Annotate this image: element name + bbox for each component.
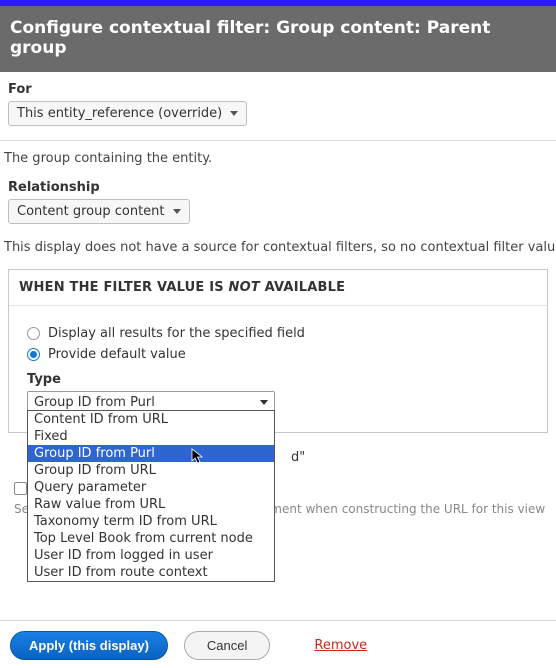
type-label: Type xyxy=(27,372,529,387)
fieldset-legend: WHEN THE FILTER VALUE IS NOT AVAILABLE xyxy=(9,270,547,306)
type-option[interactable]: Taxonomy term ID from URL xyxy=(28,513,274,530)
dialog-footer: Apply (this display) Cancel Remove xyxy=(0,620,556,660)
fieldset-body: Display all results for the specified fi… xyxy=(9,306,547,432)
dialog-title: Configure contextual filter: Group conte… xyxy=(10,18,490,58)
type-dropdown[interactable]: Content ID from URL Fixed Group ID from … xyxy=(27,410,275,582)
type-option[interactable]: Group ID from URL xyxy=(28,462,274,479)
remove-link[interactable]: Remove xyxy=(314,638,367,653)
filter-not-available-fieldset: WHEN THE FILTER VALUE IS NOT AVAILABLE D… xyxy=(8,269,548,433)
legend-pre: WHEN THE FILTER VALUE IS xyxy=(19,280,229,295)
checkbox-icon xyxy=(14,482,27,495)
radio-provide-default-label: Provide default value xyxy=(48,347,186,362)
for-select-value: This entity_reference (override) xyxy=(17,106,222,121)
entity-description: The group containing the entity. xyxy=(0,141,556,166)
for-label: For xyxy=(8,82,548,97)
apply-button[interactable]: Apply (this display) xyxy=(10,631,168,660)
relationship-section: Relationship Content group content xyxy=(0,166,556,224)
legend-post: AVAILABLE xyxy=(260,280,345,295)
type-option[interactable]: User ID from route context xyxy=(28,564,274,581)
radio-icon-checked xyxy=(27,348,40,361)
cursor-icon xyxy=(191,448,205,466)
type-option[interactable]: Fixed xyxy=(28,428,274,445)
cancel-button[interactable]: Cancel xyxy=(184,631,270,660)
for-section: For This entity_reference (override) xyxy=(0,72,556,126)
type-option[interactable]: Content ID from URL xyxy=(28,411,274,428)
chevron-down-icon xyxy=(230,111,238,116)
dialog-header: Configure contextual filter: Group conte… xyxy=(0,6,556,72)
radio-display-all-label: Display all results for the specified fi… xyxy=(48,326,305,341)
type-select-value: Group ID from Purl xyxy=(34,395,155,410)
chevron-down-icon xyxy=(260,400,268,405)
relationship-label: Relationship xyxy=(8,180,548,195)
type-option[interactable]: Raw value from URL xyxy=(28,496,274,513)
type-option[interactable]: User ID from logged in user xyxy=(28,547,274,564)
radio-icon xyxy=(27,327,40,340)
type-option-highlighted[interactable]: Group ID from Purl xyxy=(28,445,274,462)
for-select[interactable]: This entity_reference (override) xyxy=(8,101,247,126)
type-option[interactable]: Query parameter xyxy=(28,479,274,496)
type-option[interactable]: Top Level Book from current node xyxy=(28,530,274,547)
relationship-select[interactable]: Content group content xyxy=(8,199,190,224)
obscured-text-fragment: d" xyxy=(291,450,305,465)
radio-provide-default[interactable]: Provide default value xyxy=(27,347,529,362)
relationship-select-value: Content group content xyxy=(17,204,165,219)
display-note: This display does not have a source for … xyxy=(0,224,556,255)
legend-em: NOT xyxy=(229,280,260,295)
chevron-down-icon xyxy=(173,209,181,214)
radio-display-all[interactable]: Display all results for the specified fi… xyxy=(27,326,529,341)
type-area: Type Group ID from Purl d" Content ID fr… xyxy=(27,372,529,414)
